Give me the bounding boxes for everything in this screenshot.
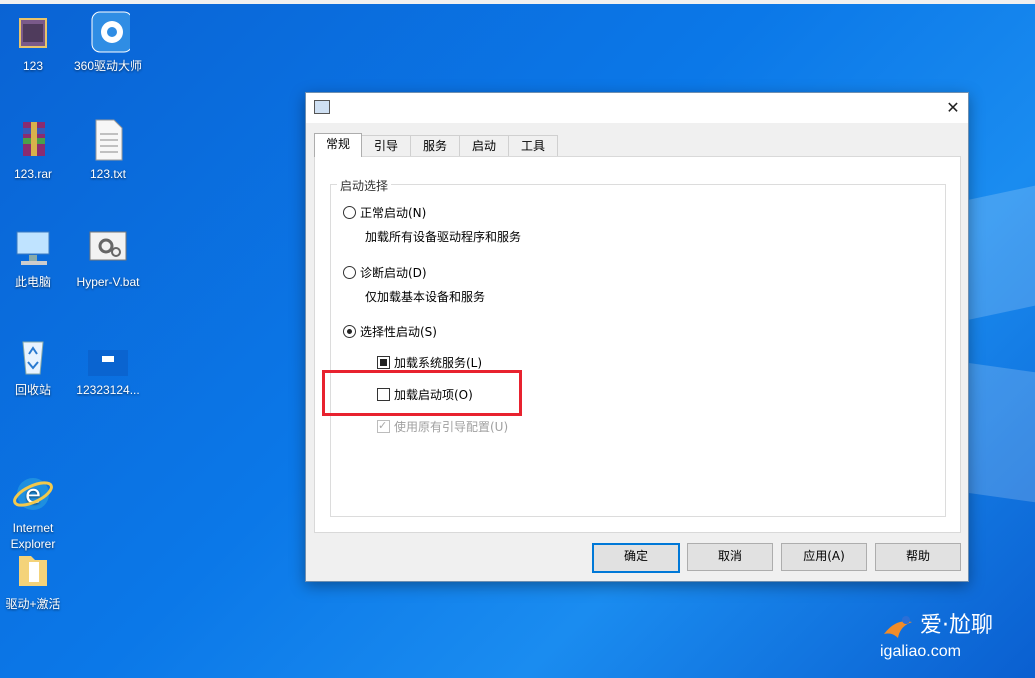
load-system-services-label: 加载系统服务(L)	[394, 356, 483, 370]
tab-startup[interactable]: 启动	[459, 135, 509, 156]
ok-button[interactable]: 确定	[592, 543, 680, 573]
desktop-icon-recycle-bin[interactable]: 回收站	[0, 334, 68, 398]
folder-icon	[11, 10, 55, 54]
radio-button-unchecked[interactable]	[343, 206, 356, 219]
desktop-icon-123-rar[interactable]: 123.rar	[0, 118, 68, 182]
tab-boot[interactable]: 引导	[361, 135, 411, 156]
desktop-icon-label: 123.rar	[13, 167, 53, 181]
top-strip	[0, 0, 1035, 4]
desktop-icon-label: 驱动+激活	[5, 597, 61, 611]
recycle-bin-icon	[11, 334, 55, 378]
radio-button-unchecked[interactable]	[343, 266, 356, 279]
general-tab-panel: 启动选择 正常启动(N) 加载所有设备驱动程序和服务 诊断启动(D) 仅加载基本…	[314, 156, 961, 533]
desktop-icon-label: 12323124...	[76, 383, 140, 397]
desktop-icon-label: Hyper-V.bat	[76, 275, 140, 289]
desktop-icon-folder-123[interactable]: 123	[0, 10, 68, 74]
batch-file-icon	[86, 226, 130, 270]
watermark-brand-text: 爱·尬聊	[920, 613, 993, 638]
diagnostic-startup-radio[interactable]: 诊断启动(D)	[343, 265, 427, 281]
use-original-boot-config-checkbox: 使用原有引导配置(U)	[377, 418, 509, 435]
tab-services[interactable]: 服务	[410, 135, 460, 156]
desktop-icon-hyper-v-bat[interactable]: Hyper-V.bat	[73, 226, 143, 290]
use-original-boot-config-label: 使用原有引导配置(U)	[394, 420, 509, 434]
internet-explorer-icon: e	[11, 456, 55, 510]
desktop-icon-label: 360驱动大师	[73, 59, 143, 73]
desktop-icon-123-txt[interactable]: 123.txt	[73, 118, 143, 182]
diagnostic-startup-label: 诊断启动(D)	[360, 266, 427, 280]
folder-icon	[11, 548, 55, 592]
desktop-icon-label: 此电脑	[14, 275, 51, 289]
selective-startup-label: 选择性启动(S)	[360, 325, 437, 339]
driver-master-icon	[86, 10, 133, 54]
msconfig-icon	[314, 100, 330, 114]
computer-icon	[11, 226, 55, 270]
desktop-icon-this-pc[interactable]: 此电脑	[0, 226, 68, 290]
desktop-icon-label: 回收站	[14, 383, 51, 397]
desktop-icon-folder-driver-activation[interactable]: 驱动+激活	[0, 548, 68, 612]
text-file-icon	[86, 118, 130, 162]
close-icon[interactable]: ✕	[938, 93, 968, 123]
diagnostic-startup-description: 仅加载基本设备和服务	[365, 290, 486, 304]
red-highlight-box	[322, 370, 522, 416]
desktop-icon-label: 123.txt	[89, 167, 127, 181]
screenshot-image-icon	[86, 334, 130, 378]
startup-selection-group: 启动选择 正常启动(N) 加载所有设备驱动程序和服务 诊断启动(D) 仅加载基本…	[330, 177, 946, 517]
system-configuration-dialog: ✕ 常规 引导 服务 启动 工具 启动选择 正常启动(N) 加载所有设备驱动程序…	[305, 92, 969, 582]
winrar-archive-icon	[11, 118, 55, 162]
desktop-icon-360-driver[interactable]: 360驱动大师	[73, 10, 143, 74]
checkbox-indeterminate[interactable]	[377, 356, 390, 369]
apply-button[interactable]: 应用(A)	[781, 543, 867, 571]
desktop-icon-screenshot[interactable]: 12323124...	[73, 334, 143, 398]
selective-startup-radio[interactable]: 选择性启动(S)	[343, 324, 437, 340]
help-button[interactable]: 帮助	[875, 543, 961, 571]
normal-startup-description: 加载所有设备驱动程序和服务	[365, 230, 522, 244]
group-label: 启动选择	[337, 177, 392, 194]
normal-startup-radio[interactable]: 正常启动(N)	[343, 205, 426, 221]
tab-general[interactable]: 常规	[314, 133, 362, 157]
watermark-url-text: igaliao.com	[880, 643, 961, 660]
checkbox-checked-disabled	[377, 418, 390, 434]
desktop-icon-label: 123	[22, 59, 44, 73]
tab-tools[interactable]: 工具	[508, 135, 558, 156]
radio-button-checked[interactable]	[343, 325, 356, 338]
load-system-services-checkbox[interactable]: 加载系统服务(L)	[377, 355, 482, 371]
cancel-button[interactable]: 取消	[687, 543, 773, 571]
normal-startup-label: 正常启动(N)	[360, 206, 427, 220]
dialog-titlebar: ✕	[306, 93, 968, 123]
